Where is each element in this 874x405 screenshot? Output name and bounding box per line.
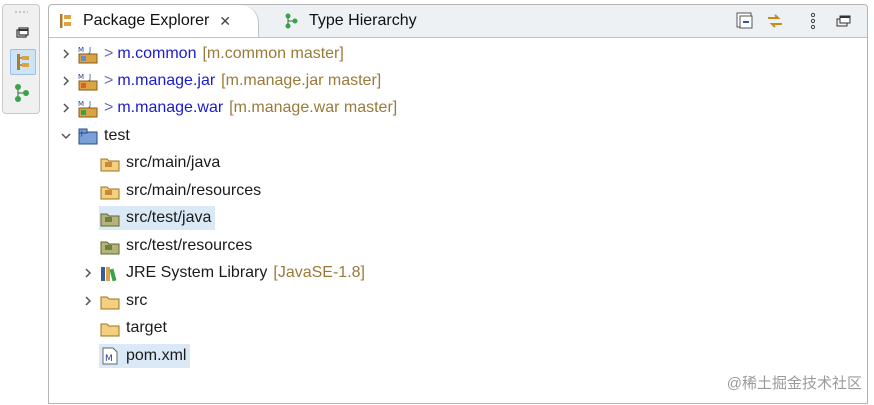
tree-item-label: target: [126, 319, 167, 336]
git-dirty-prefix: >: [104, 72, 114, 89]
type-hierarchy-icon[interactable]: [10, 81, 34, 105]
git-dirty-prefix: >: [104, 99, 114, 116]
restore-icon[interactable]: [10, 21, 34, 45]
maven-project-icon: MJ: [78, 73, 98, 91]
test-source-folder-icon: [100, 213, 120, 227]
chevron-right-icon[interactable]: [59, 74, 73, 88]
close-icon[interactable]: ✕: [219, 13, 231, 30]
view-tab-bar: Package Explorer ✕ Type Hierarchy: [49, 5, 867, 38]
tree-item-label: pom.xml: [126, 347, 187, 364]
tree-item-label: src/main/resources: [126, 182, 262, 199]
tree-item-m-manage-jar[interactable]: MJ > m.manage.jar [m.manage.jar master]: [59, 69, 381, 93]
jre-version-decoration: [JavaSE-1.8]: [273, 264, 365, 281]
watermark: @稀土掘金技术社区: [726, 375, 862, 392]
java-project-icon: J: [78, 128, 98, 145]
tree-item-src-test-resources[interactable]: src/test/resources: [99, 234, 252, 258]
test-source-folder-icon: [100, 241, 120, 255]
chevron-down-icon[interactable]: [59, 129, 73, 143]
tree-item-jre-system-library[interactable]: JRE System Library [JavaSE-1.8]: [81, 261, 365, 285]
package-explorer-icon: [57, 12, 75, 30]
svg-text:J: J: [88, 46, 91, 54]
svg-text:M: M: [78, 100, 84, 108]
tree-item-label: test: [104, 127, 130, 144]
tab-label: Package Explorer: [83, 12, 210, 29]
tab-type-hierarchy[interactable]: Type Hierarchy: [275, 5, 435, 37]
git-branch-decoration: [m.common master]: [202, 45, 344, 62]
svg-text:M: M: [78, 73, 84, 81]
tree-item-label: m.manage.war: [117, 99, 224, 116]
svg-text:J: J: [88, 100, 91, 108]
tree-item-label: m.common: [117, 45, 197, 62]
chevron-right-icon[interactable]: [81, 266, 95, 280]
maven-project-icon: MJ: [78, 46, 98, 64]
chevron-right-icon[interactable]: [59, 101, 73, 115]
view-menu-icon[interactable]: [803, 11, 823, 31]
folder-icon: [100, 296, 120, 310]
maven-project-icon: MJ: [78, 100, 98, 118]
tree-item-pom-xml[interactable]: M pom.xml: [99, 344, 191, 368]
folder-icon: [100, 323, 120, 337]
type-hierarchy-icon: [283, 12, 301, 30]
tree-item-label: JRE System Library: [126, 264, 268, 281]
tree-item-src[interactable]: src: [81, 289, 147, 313]
tree-item-m-common[interactable]: MJ > m.common [m.common master]: [59, 42, 344, 66]
project-tree: MJ > m.common [m.common master] MJ > m.m…: [49, 38, 867, 398]
tree-item-src-test-java[interactable]: src/test/java: [99, 206, 216, 230]
chevron-right-icon[interactable]: [81, 294, 95, 308]
package-explorer-icon[interactable]: [10, 49, 36, 75]
svg-text:J: J: [88, 73, 91, 81]
tree-item-label: src: [126, 292, 148, 309]
tree-item-label: src/main/java: [126, 154, 221, 171]
minimize-icon[interactable]: [833, 11, 853, 31]
source-folder-icon: [100, 158, 120, 172]
library-icon: [101, 267, 117, 282]
tab-label: Type Hierarchy: [309, 12, 417, 29]
minimized-trim-stack: [2, 4, 40, 114]
link-with-editor-icon[interactable]: [765, 11, 785, 31]
tree-item-m-manage-war[interactable]: MJ > m.manage.war [m.manage.war master]: [59, 96, 397, 120]
git-branch-decoration: [m.manage.war master]: [229, 99, 398, 116]
tree-item-src-main-java[interactable]: src/main/java: [99, 151, 220, 175]
svg-text:J: J: [80, 130, 83, 137]
tree-item-target[interactable]: target: [99, 316, 167, 340]
package-explorer-view: Package Explorer ✕ Type Hierarchy MJ > m…: [48, 4, 868, 404]
tree-item-label: src/test/java: [126, 209, 212, 226]
tree-item-label: src/test/resources: [126, 237, 253, 254]
tree-item-label: m.manage.jar: [117, 72, 216, 89]
source-folder-icon: [100, 186, 120, 200]
git-branch-decoration: [m.manage.jar master]: [221, 72, 382, 89]
tab-package-explorer[interactable]: Package Explorer ✕: [49, 5, 259, 37]
drag-grip-icon[interactable]: [14, 11, 28, 13]
collapse-all-icon[interactable]: [735, 11, 755, 31]
tree-item-src-main-resources[interactable]: src/main/resources: [99, 179, 261, 203]
svg-text:M: M: [105, 354, 113, 364]
pom-file-icon: M: [102, 347, 118, 365]
chevron-right-icon[interactable]: [59, 47, 73, 61]
tree-item-test[interactable]: J test: [59, 124, 130, 148]
svg-text:M: M: [78, 46, 84, 54]
git-dirty-prefix: >: [104, 45, 114, 62]
